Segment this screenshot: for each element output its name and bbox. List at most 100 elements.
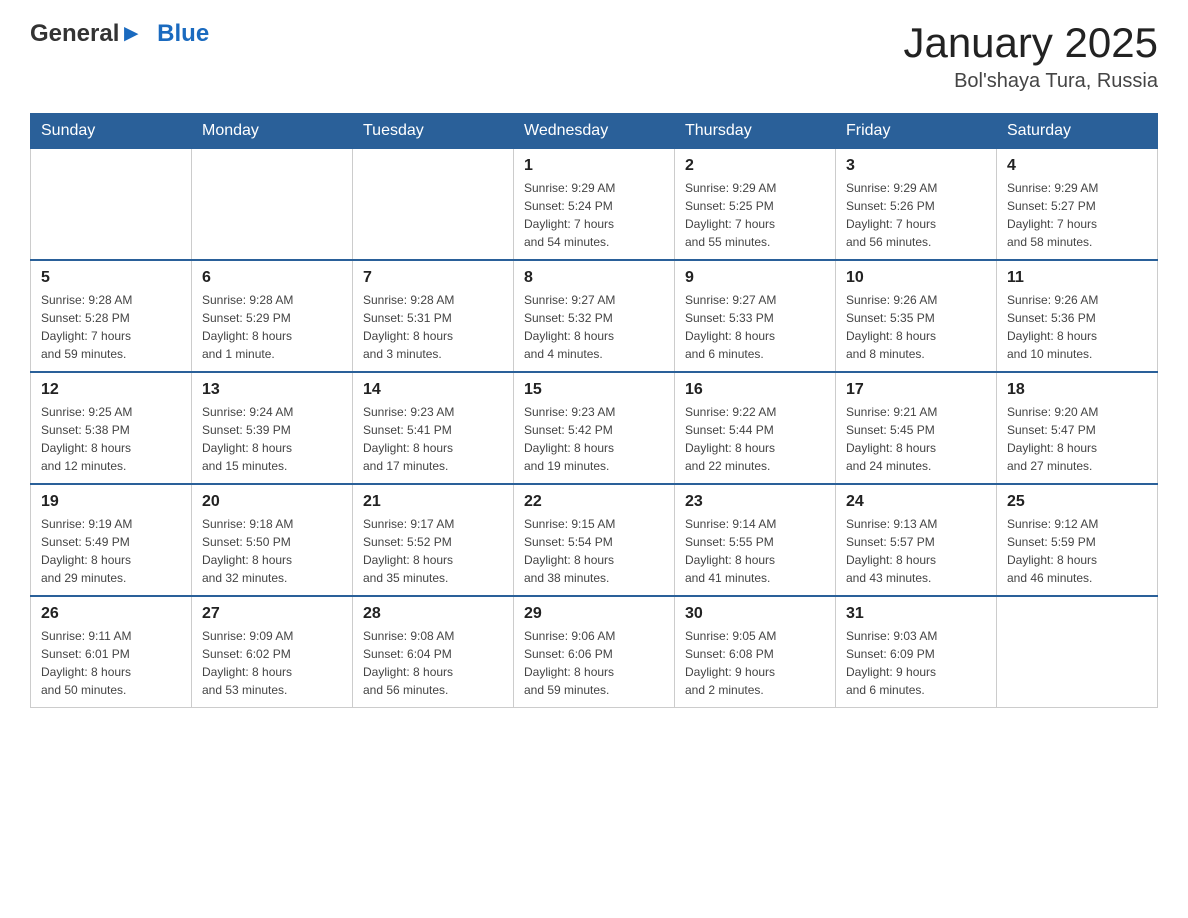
day-number: 21 (363, 493, 503, 511)
day-info: Sunrise: 9:19 AM Sunset: 5:49 PM Dayligh… (41, 515, 181, 587)
table-row: 28 Sunrise: 9:08 AM Sunset: 6:04 PM Dayli… (353, 596, 514, 708)
day-number: 17 (846, 381, 986, 399)
day-info: Sunrise: 9:13 AM Sunset: 5:57 PM Dayligh… (846, 515, 986, 587)
table-row: 12 Sunrise: 9:25 AM Sunset: 5:38 PM Dayli… (31, 372, 192, 484)
table-row: 4 Sunrise: 9:29 AM Sunset: 5:27 PM Daylig… (997, 149, 1158, 261)
calendar-table: Sunday Monday Tuesday Wednesday Thursday… (30, 113, 1158, 708)
day-number: 2 (685, 157, 825, 175)
day-info: Sunrise: 9:23 AM Sunset: 5:41 PM Dayligh… (363, 403, 503, 475)
day-info: Sunrise: 9:05 AM Sunset: 6:08 PM Dayligh… (685, 627, 825, 699)
table-row: 26 Sunrise: 9:11 AM Sunset: 6:01 PM Dayli… (31, 596, 192, 708)
table-row: 22Sunrise: 9:15 AM Sunset: 5:54 PM Dayli… (514, 484, 675, 596)
table-row: 18Sunrise: 9:20 AM Sunset: 5:47 PM Dayli… (997, 372, 1158, 484)
day-number: 19 (41, 493, 181, 511)
day-number: 20 (202, 493, 342, 511)
calendar-header-row: Sunday Monday Tuesday Wednesday Thursday… (31, 114, 1158, 149)
table-row: 27 Sunrise: 9:09 AM Sunset: 6:02 PM Dayli… (192, 596, 353, 708)
table-row: 14 Sunrise: 9:23 AM Sunset: 5:41 PM Dayli… (353, 372, 514, 484)
day-number: 23 (685, 493, 825, 511)
table-row (353, 149, 514, 261)
day-info: Sunrise: 9:18 AM Sunset: 5:50 PM Dayligh… (202, 515, 342, 587)
table-row: 11 Sunrise: 9:26 AM Sunset: 5:36 PM Dayli… (997, 260, 1158, 372)
day-info: Sunrise: 9:08 AM Sunset: 6:04 PM Dayligh… (363, 627, 503, 699)
day-number: 3 (846, 157, 986, 175)
day-info: Sunrise: 9:20 AM Sunset: 5:47 PM Dayligh… (1007, 403, 1147, 475)
day-info: Sunrise: 9:21 AM Sunset: 5:45 PM Dayligh… (846, 403, 986, 475)
day-info: Sunrise: 9:29 AM Sunset: 5:25 PM Dayligh… (685, 179, 825, 251)
col-sunday: Sunday (31, 114, 192, 149)
col-friday: Friday (836, 114, 997, 149)
table-row (997, 596, 1158, 708)
day-number: 24 (846, 493, 986, 511)
day-info: Sunrise: 9:09 AM Sunset: 6:02 PM Dayligh… (202, 627, 342, 699)
day-number: 26 (41, 605, 181, 623)
day-number: 12 (41, 381, 181, 399)
day-info: Sunrise: 9:03 AM Sunset: 6:09 PM Dayligh… (846, 627, 986, 699)
day-number: 8 (524, 269, 664, 287)
day-number: 31 (846, 605, 986, 623)
table-row: 6 Sunrise: 9:28 AM Sunset: 5:29 PM Daylig… (192, 260, 353, 372)
col-monday: Monday (192, 114, 353, 149)
day-info: Sunrise: 9:27 AM Sunset: 5:32 PM Dayligh… (524, 291, 664, 363)
day-info: Sunrise: 9:11 AM Sunset: 6:01 PM Dayligh… (41, 627, 181, 699)
day-number: 14 (363, 381, 503, 399)
table-row: 9 Sunrise: 9:27 AM Sunset: 5:33 PM Daylig… (675, 260, 836, 372)
day-info: Sunrise: 9:28 AM Sunset: 5:31 PM Dayligh… (363, 291, 503, 363)
table-row: 8 Sunrise: 9:27 AM Sunset: 5:32 PM Daylig… (514, 260, 675, 372)
table-row: 10Sunrise: 9:26 AM Sunset: 5:35 PM Dayli… (836, 260, 997, 372)
calendar-week-row: 1 Sunrise: 9:29 AM Sunset: 5:24 PM Daylig… (31, 149, 1158, 261)
calendar-week-row: 19 Sunrise: 9:19 AM Sunset: 5:49 PM Dayli… (31, 484, 1158, 596)
table-row: 15 Sunrise: 9:23 AM Sunset: 5:42 PM Dayli… (514, 372, 675, 484)
title-block: January 2025 Bol'shaya Tura, Russia (903, 20, 1158, 93)
logo: General► Blue (30, 20, 209, 48)
table-row: 24 Sunrise: 9:13 AM Sunset: 5:57 PM Dayli… (836, 484, 997, 596)
table-row: 30 Sunrise: 9:05 AM Sunset: 6:08 PM Dayli… (675, 596, 836, 708)
day-number: 15 (524, 381, 664, 399)
day-number: 4 (1007, 157, 1147, 175)
day-number: 30 (685, 605, 825, 623)
day-number: 13 (202, 381, 342, 399)
day-number: 9 (685, 269, 825, 287)
table-row: 16Sunrise: 9:22 AM Sunset: 5:44 PM Dayli… (675, 372, 836, 484)
calendar-week-row: 5Sunrise: 9:28 AM Sunset: 5:28 PM Daylig… (31, 260, 1158, 372)
table-row: 1 Sunrise: 9:29 AM Sunset: 5:24 PM Daylig… (514, 149, 675, 261)
table-row (192, 149, 353, 261)
table-row: 5Sunrise: 9:28 AM Sunset: 5:28 PM Daylig… (31, 260, 192, 372)
day-number: 29 (524, 605, 664, 623)
table-row (31, 149, 192, 261)
day-info: Sunrise: 9:15 AM Sunset: 5:54 PM Dayligh… (524, 515, 664, 587)
table-row: 21 Sunrise: 9:17 AM Sunset: 5:52 PM Dayli… (353, 484, 514, 596)
day-info: Sunrise: 9:27 AM Sunset: 5:33 PM Dayligh… (685, 291, 825, 363)
day-info: Sunrise: 9:28 AM Sunset: 5:29 PM Dayligh… (202, 291, 342, 363)
table-row: 2 Sunrise: 9:29 AM Sunset: 5:25 PM Daylig… (675, 149, 836, 261)
col-saturday: Saturday (997, 114, 1158, 149)
table-row: 31 Sunrise: 9:03 AM Sunset: 6:09 PM Dayli… (836, 596, 997, 708)
day-number: 1 (524, 157, 664, 175)
table-row: 25Sunrise: 9:12 AM Sunset: 5:59 PM Dayli… (997, 484, 1158, 596)
day-info: Sunrise: 9:29 AM Sunset: 5:24 PM Dayligh… (524, 179, 664, 251)
table-row: 3Sunrise: 9:29 AM Sunset: 5:26 PM Daylig… (836, 149, 997, 261)
table-row: 7Sunrise: 9:28 AM Sunset: 5:31 PM Daylig… (353, 260, 514, 372)
day-info: Sunrise: 9:06 AM Sunset: 6:06 PM Dayligh… (524, 627, 664, 699)
calendar-week-row: 26 Sunrise: 9:11 AM Sunset: 6:01 PM Dayli… (31, 596, 1158, 708)
logo-general-text: General► (30, 20, 143, 48)
table-row: 29 Sunrise: 9:06 AM Sunset: 6:06 PM Dayli… (514, 596, 675, 708)
calendar-week-row: 12 Sunrise: 9:25 AM Sunset: 5:38 PM Dayli… (31, 372, 1158, 484)
day-info: Sunrise: 9:17 AM Sunset: 5:52 PM Dayligh… (363, 515, 503, 587)
day-info: Sunrise: 9:29 AM Sunset: 5:27 PM Dayligh… (1007, 179, 1147, 251)
day-info: Sunrise: 9:22 AM Sunset: 5:44 PM Dayligh… (685, 403, 825, 475)
day-number: 27 (202, 605, 342, 623)
col-thursday: Thursday (675, 114, 836, 149)
day-number: 6 (202, 269, 342, 287)
day-info: Sunrise: 9:24 AM Sunset: 5:39 PM Dayligh… (202, 403, 342, 475)
day-number: 11 (1007, 269, 1147, 287)
table-row: 17 Sunrise: 9:21 AM Sunset: 5:45 PM Dayli… (836, 372, 997, 484)
day-number: 28 (363, 605, 503, 623)
col-tuesday: Tuesday (353, 114, 514, 149)
day-info: Sunrise: 9:25 AM Sunset: 5:38 PM Dayligh… (41, 403, 181, 475)
day-info: Sunrise: 9:28 AM Sunset: 5:28 PM Dayligh… (41, 291, 181, 363)
day-info: Sunrise: 9:26 AM Sunset: 5:36 PM Dayligh… (1007, 291, 1147, 363)
table-row: 20 Sunrise: 9:18 AM Sunset: 5:50 PM Dayli… (192, 484, 353, 596)
day-info: Sunrise: 9:23 AM Sunset: 5:42 PM Dayligh… (524, 403, 664, 475)
calendar-title: January 2025 (903, 20, 1158, 66)
